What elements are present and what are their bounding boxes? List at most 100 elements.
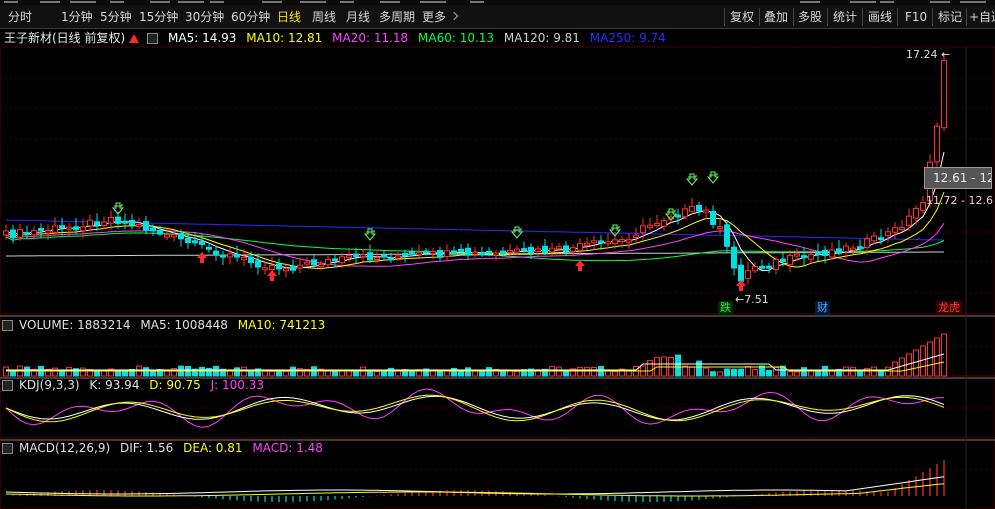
volume-bar [227, 370, 233, 377]
volume-bar [717, 371, 723, 377]
candle-body [941, 60, 947, 129]
statistics-button[interactable]: 统计 [833, 9, 857, 25]
volume-bar [122, 370, 128, 377]
volume-bar [444, 370, 450, 377]
ma120-label: MA120: 9.81 [503, 31, 580, 45]
fuquan-button[interactable]: 复权 [730, 9, 754, 25]
period-monthly[interactable]: 月线 [346, 9, 370, 25]
candle-body [38, 227, 44, 231]
candle-body [73, 226, 79, 231]
candle-body [276, 263, 282, 270]
candle-body [185, 237, 191, 244]
volume-bar [52, 367, 58, 377]
candle-body [535, 248, 541, 252]
candle-body [563, 245, 569, 253]
add-watchlist-button[interactable]: +自选 [969, 9, 995, 25]
candle-body [31, 229, 37, 236]
candle-body [815, 251, 821, 255]
volume-bar [269, 370, 275, 377]
ma10-label: MA10: 12.81 [246, 31, 323, 45]
period-weekly[interactable]: 周线 [312, 9, 336, 25]
candle-body [108, 217, 114, 224]
candle-body [101, 221, 107, 226]
candle-body [227, 253, 233, 258]
candle-body [136, 224, 142, 228]
candle-body [17, 229, 23, 239]
toolbar-divider [966, 8, 967, 26]
kdj-d-label: D: 90.75 [149, 378, 201, 392]
candle-body [878, 237, 884, 241]
period-5min[interactable]: 5分钟 [100, 9, 132, 25]
period-daily[interactable]: 日线 [277, 9, 301, 25]
candle-body [661, 220, 667, 227]
period-15min[interactable]: 15分钟 [139, 9, 178, 25]
candle-body [570, 247, 576, 253]
candle-body [717, 226, 723, 230]
candle-body [703, 209, 709, 213]
event-tag-dragon-tiger[interactable]: 龙虎 [936, 301, 962, 315]
volume-bar [381, 371, 387, 377]
settings-icon[interactable] [147, 33, 159, 44]
candle-body [710, 210, 716, 225]
candle-body [521, 248, 527, 252]
volume-bar [815, 370, 821, 377]
candle-body [66, 226, 72, 230]
candle-body [164, 234, 170, 238]
candle-body [129, 219, 135, 226]
candle-body [465, 247, 471, 256]
volume-bar [605, 370, 611, 377]
candle-body [829, 249, 835, 258]
volume-bar [675, 354, 681, 377]
candle-body [150, 227, 156, 232]
toolbar-divider [793, 8, 794, 26]
draw-line-button[interactable]: 画线 [868, 9, 892, 25]
volume-bar [66, 366, 72, 377]
period-1min[interactable]: 1分钟 [61, 9, 93, 25]
candle-body [682, 208, 688, 218]
candle-body [94, 221, 100, 226]
kline-chart-canvas[interactable] [0, 30, 995, 509]
period-fenshi[interactable]: 分时 [8, 9, 32, 25]
macd-title: MACD(12,26,9) [19, 441, 111, 455]
multi-stock-button[interactable]: 多股 [798, 9, 822, 25]
sell-signal-icon [706, 171, 720, 184]
candle-body [822, 249, 828, 257]
period-30min[interactable]: 30分钟 [185, 9, 224, 25]
f10-button[interactable]: F10 [905, 9, 927, 25]
candle-body [304, 261, 310, 265]
candle-body [738, 264, 744, 282]
title-strip-mark [150, 1, 170, 3]
ma5-label: MA5: 14.93 [168, 31, 237, 45]
candle-body [423, 250, 429, 254]
chevron-right-icon[interactable] [449, 11, 459, 21]
candle-body [472, 251, 478, 255]
overlay-button[interactable]: 叠加 [764, 9, 788, 25]
volume-bar [346, 370, 352, 377]
settings-icon[interactable] [2, 443, 13, 454]
volume-bar [766, 369, 772, 377]
volume-bar [710, 371, 716, 377]
period-multi[interactable]: 多周期 [379, 9, 415, 25]
event-tag-finance[interactable]: 财 [815, 301, 830, 315]
settings-icon[interactable] [2, 320, 13, 331]
volume-bar [584, 366, 590, 377]
candle-body [451, 250, 457, 254]
settings-icon[interactable] [2, 380, 13, 391]
main-legend: 王子新材(日线 前复权) MA5: 14.93 MA10: 12.81 MA20… [0, 31, 672, 46]
sell-signal-icon [363, 228, 377, 241]
volume-bar [465, 367, 471, 377]
candle-body [402, 253, 408, 257]
event-tag-drop[interactable]: 跌 [718, 301, 733, 315]
volume-ma5-label: MA5: 1008448 [140, 318, 228, 332]
volume-bar [458, 370, 464, 377]
candle-body [493, 252, 499, 256]
candle-body [696, 205, 702, 212]
period-60min[interactable]: 60分钟 [231, 9, 270, 25]
volume-bar [486, 367, 492, 377]
mark-button[interactable]: 标记 [938, 9, 962, 25]
ma250-label: MA250: 9.74 [589, 31, 666, 45]
candle-body [157, 229, 163, 235]
candle-body [619, 239, 625, 243]
period-more[interactable]: 更多 [422, 9, 446, 25]
title-strip-mark [300, 1, 326, 3]
